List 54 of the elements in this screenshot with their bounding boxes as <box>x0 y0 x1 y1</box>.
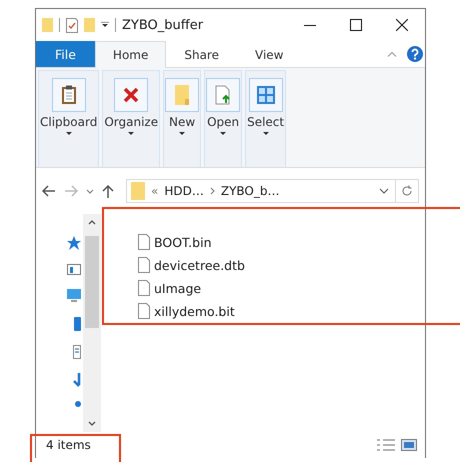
properties-icon[interactable] <box>66 18 78 32</box>
file-name[interactable]: devicetree.dtb <box>154 258 245 272</box>
collapse-ribbon-icon[interactable] <box>387 51 397 57</box>
ribbon-group-button[interactable]: Select <box>245 70 286 167</box>
delete-icon <box>123 87 140 103</box>
grid-icon <box>256 86 275 104</box>
document-icon[interactable] <box>73 345 81 359</box>
maximize-icon[interactable] <box>350 19 362 31</box>
overflow-chevron[interactable]: « <box>151 184 158 198</box>
ribbon-group-button[interactable]: New <box>163 70 202 167</box>
clipboard-icon <box>60 85 77 105</box>
breadcrumb[interactable]: ZYBO_b… <box>220 184 280 198</box>
dropdown-icon[interactable] <box>379 188 389 194</box>
file-icon <box>138 303 150 319</box>
ribbon-group-button[interactable]: Organize <box>102 70 160 167</box>
file-name[interactable]: BOOT.bin <box>154 234 212 250</box>
file-icon <box>138 280 150 296</box>
window-icon[interactable] <box>67 264 81 275</box>
details-view-icon[interactable] <box>377 439 395 451</box>
star-icon[interactable] <box>67 236 81 250</box>
file-name[interactable]: uImage <box>154 280 202 296</box>
refresh-icon[interactable] <box>401 185 413 197</box>
scroll-up-icon[interactable] <box>88 220 96 225</box>
recent-locations-button[interactable] <box>86 188 94 194</box>
thumbnail-view-icon[interactable] <box>401 439 417 451</box>
help-icon[interactable] <box>407 46 423 62</box>
cloud-icon[interactable] <box>75 401 81 407</box>
up-button[interactable] <box>102 184 114 198</box>
minimize-icon[interactable] <box>304 24 316 26</box>
ribbon-group-button[interactable]: Clipboard <box>38 70 100 167</box>
ribbon-tab[interactable]: Home <box>94 41 166 68</box>
scroll-down-icon[interactable] <box>88 421 96 426</box>
file-menu-button[interactable]: File <box>36 41 95 67</box>
computer-icon[interactable] <box>67 289 81 303</box>
file-name[interactable]: xillydemo.bit <box>154 304 235 318</box>
scrollbar[interactable] <box>83 214 101 432</box>
window-title: ZYBO_buffer <box>122 18 204 32</box>
file-icon <box>138 234 150 250</box>
document-arrow-icon <box>215 85 232 105</box>
folder-icon <box>131 182 145 200</box>
ribbon-group-button[interactable]: Open <box>204 70 242 167</box>
file-icon <box>138 257 150 273</box>
ribbon-tab[interactable]: Share <box>166 41 237 67</box>
item-count: 4 items <box>46 438 91 452</box>
folder-icon <box>42 18 53 32</box>
close-icon[interactable] <box>396 19 408 31</box>
back-button[interactable] <box>42 185 56 197</box>
dropdown-icon[interactable] <box>101 22 109 28</box>
breadcrumb[interactable]: HDD… <box>164 184 204 198</box>
download-arrow-icon[interactable] <box>73 373 81 387</box>
chevron-icon <box>210 187 215 195</box>
address-bar[interactable]: « HDD… ZYBO_b… <box>126 179 419 203</box>
folder-icon <box>175 85 190 105</box>
ribbon-tab[interactable]: View <box>237 41 302 67</box>
